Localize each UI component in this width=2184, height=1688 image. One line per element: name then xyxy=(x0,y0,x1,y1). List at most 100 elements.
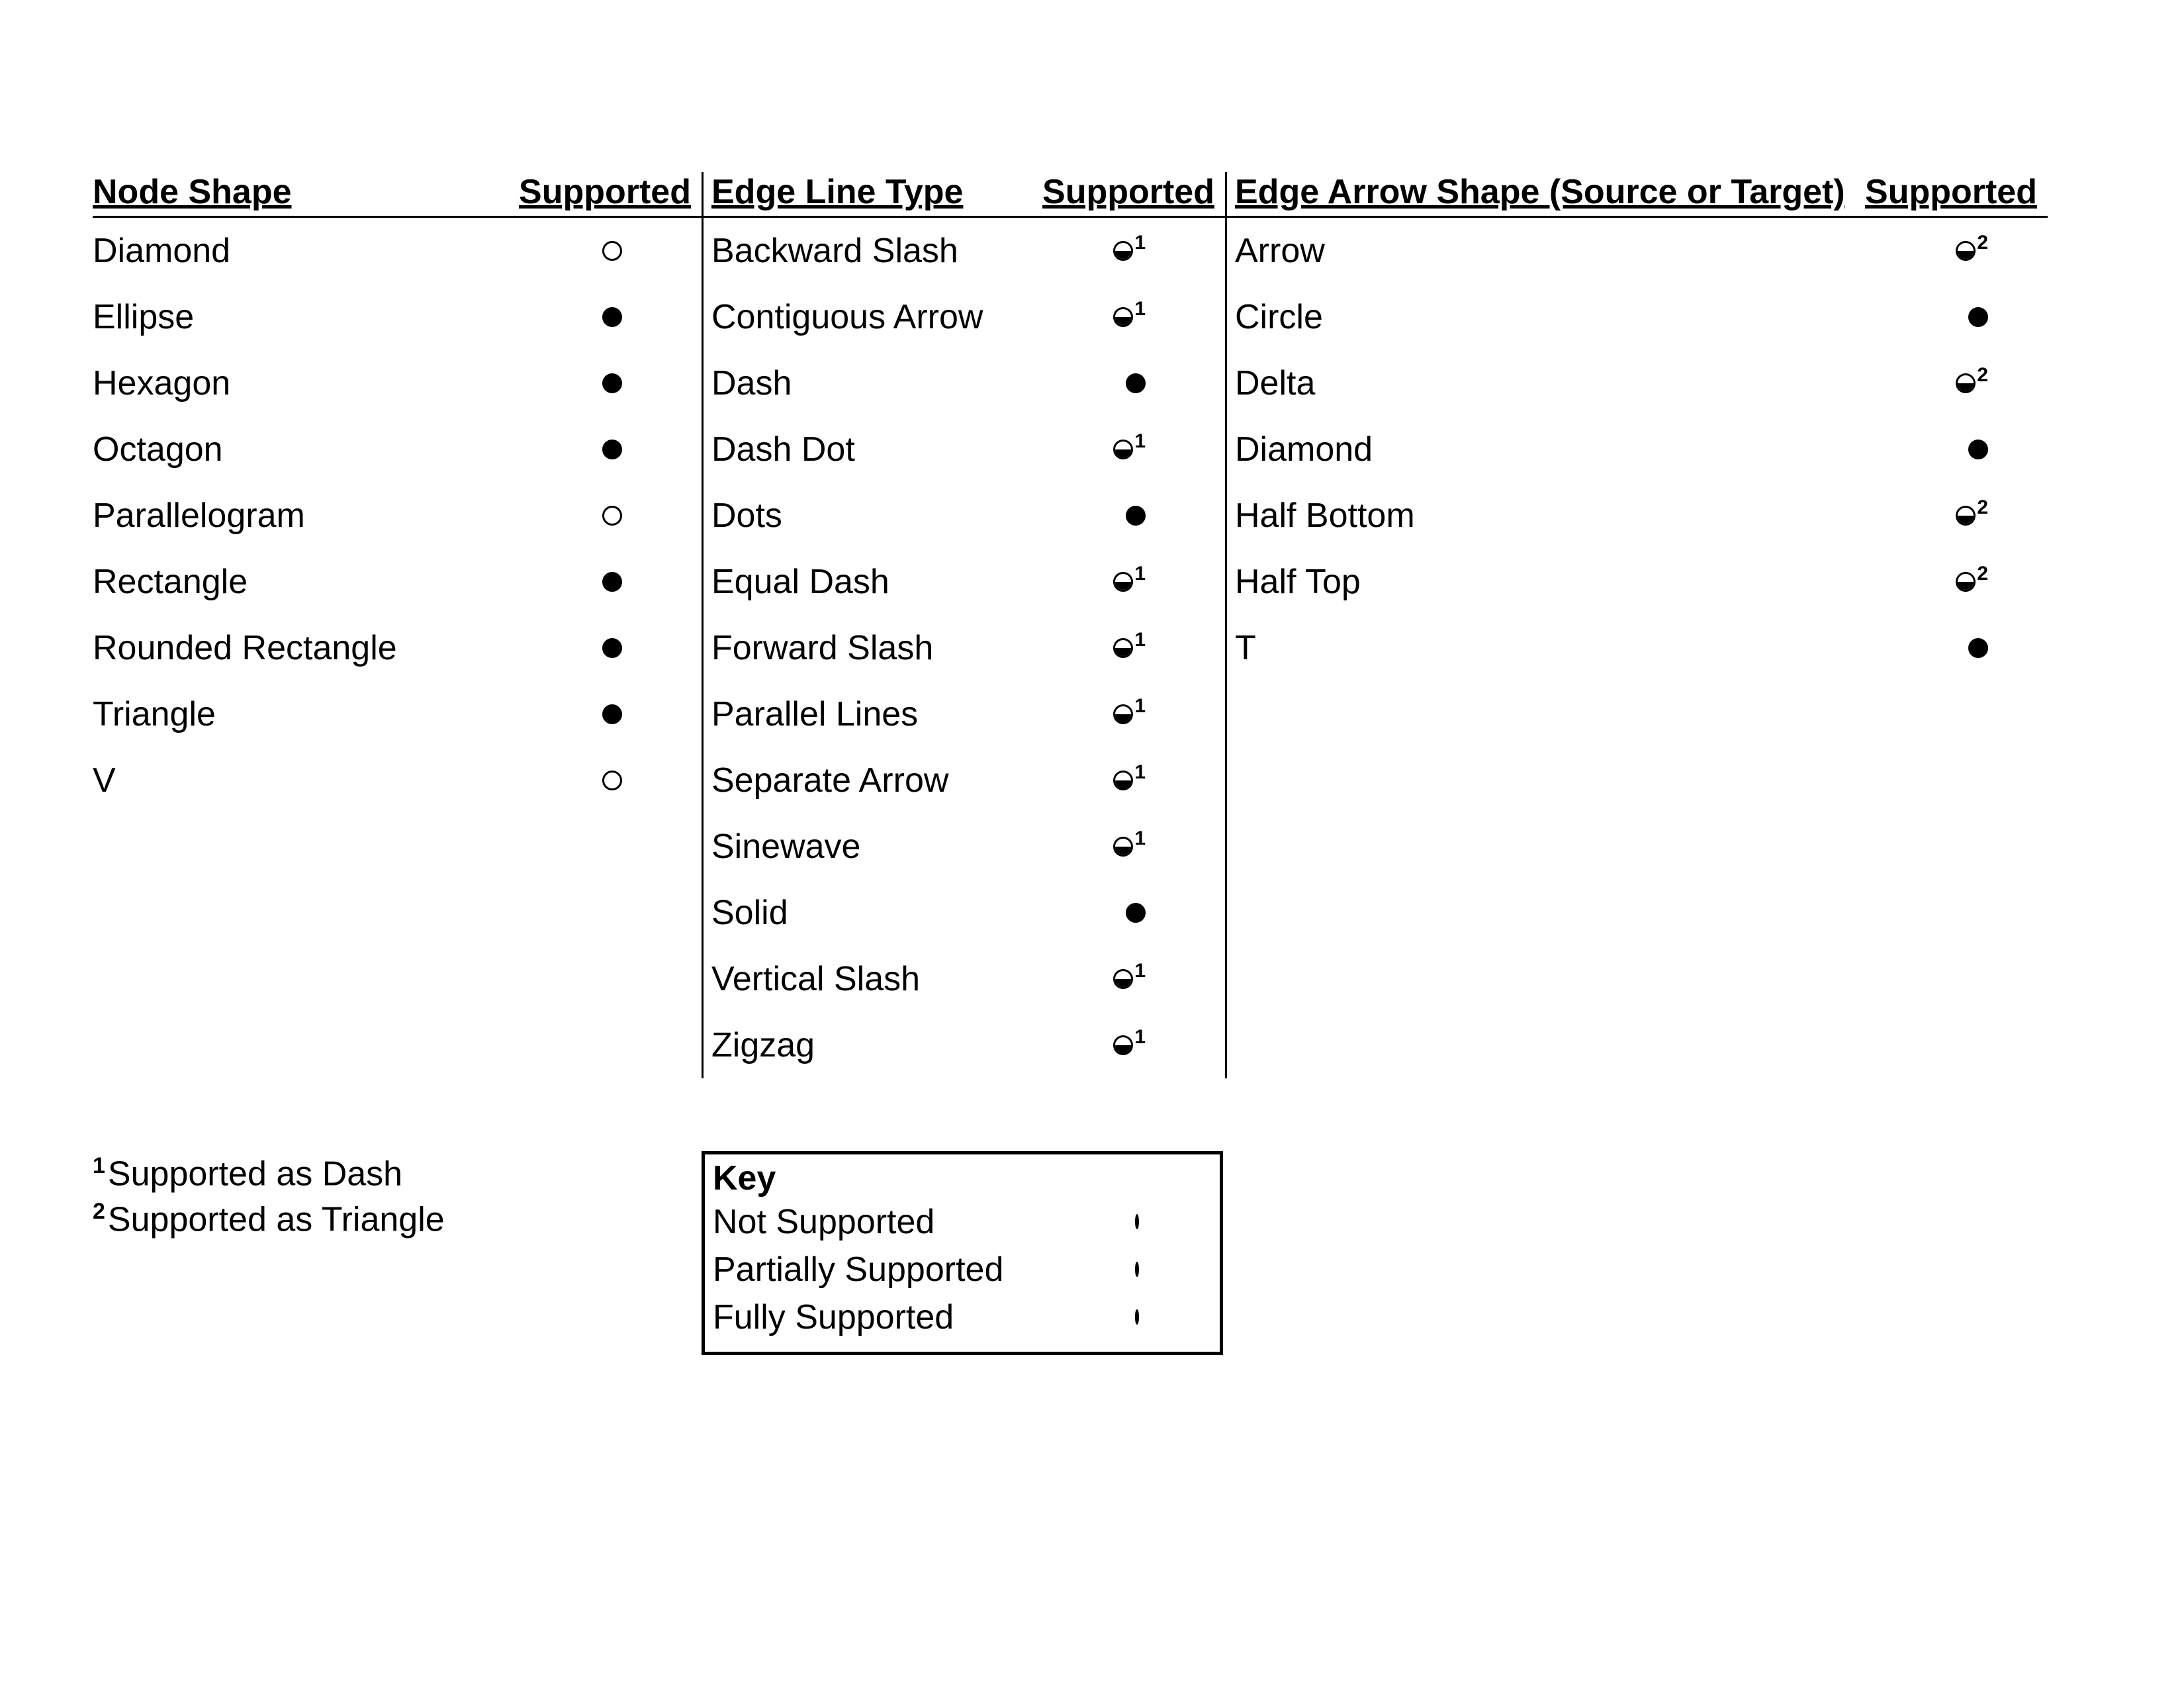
table-row: Sinewave1 xyxy=(704,814,1225,880)
support-indicator xyxy=(602,638,702,658)
half-circle-icon xyxy=(1956,373,1976,393)
header-supported: Supported xyxy=(519,172,702,212)
row-label: Diamond xyxy=(93,231,602,271)
support-indicator xyxy=(1126,506,1225,526)
table-row: Octagon xyxy=(93,416,702,483)
support-table: Node Shape Supported DiamondEllipseHexag… xyxy=(93,172,2091,1078)
header-supported: Supported xyxy=(1865,172,2048,212)
key-title: Key xyxy=(713,1158,1212,1198)
footnote-ref: 2 xyxy=(1977,496,1988,519)
half-circle-icon xyxy=(1113,440,1133,459)
col-node-shape: Node Shape Supported DiamondEllipseHexag… xyxy=(93,172,702,1078)
table-row: Separate Arrow1 xyxy=(704,747,1225,814)
table-row: Rounded Rectangle xyxy=(93,615,702,681)
empty-circle-icon xyxy=(602,506,622,526)
full-circle-icon xyxy=(1135,1309,1139,1325)
table-row: Parallel Lines1 xyxy=(704,681,1225,747)
full-circle-icon xyxy=(1126,903,1146,923)
half-circle-icon xyxy=(1956,506,1976,526)
support-indicator: 1 xyxy=(1113,306,1225,328)
row-label: V xyxy=(93,761,602,800)
key-label: Fully Supported xyxy=(713,1298,1135,1336)
support-indicator xyxy=(1968,307,2048,327)
support-indicator: 2 xyxy=(1956,372,2048,395)
footnote-ref: 1 xyxy=(1134,827,1146,850)
footnote-2: 2Supported as Triangle xyxy=(93,1197,702,1243)
full-circle-icon xyxy=(602,572,622,592)
table-row: Diamond xyxy=(1227,416,2048,483)
row-label: Backward Slash xyxy=(711,231,1113,271)
full-circle-icon xyxy=(602,307,622,327)
footnote-ref: 1 xyxy=(1134,298,1146,320)
header-row: Edge Arrow Shape (Source or Target) Supp… xyxy=(1227,172,2048,218)
header-supported: Supported xyxy=(1042,172,1225,212)
footnote-ref: 1 xyxy=(1134,695,1146,718)
row-label: Equal Dash xyxy=(711,562,1113,602)
table-row: V xyxy=(93,747,702,814)
footnote-ref: 2 xyxy=(1977,563,1988,585)
table-row: Forward Slash1 xyxy=(704,615,1225,681)
row-label: Dash Dot xyxy=(711,430,1113,469)
half-circle-icon xyxy=(1113,307,1133,327)
full-circle-icon xyxy=(602,440,622,459)
row-label: Triangle xyxy=(93,694,602,734)
table-row: Equal Dash1 xyxy=(704,549,1225,615)
row-label: Parallel Lines xyxy=(711,694,1113,734)
node-shape-rows: DiamondEllipseHexagonOctagonParallelogra… xyxy=(93,218,702,814)
key-label: Partially Supported xyxy=(713,1250,1135,1289)
row-label: Rectangle xyxy=(93,562,602,602)
below-section: 1Supported as Dash 2Supported as Triangl… xyxy=(93,1151,2091,1355)
support-indicator xyxy=(602,307,702,327)
footnote-ref: 1 xyxy=(1134,232,1146,254)
support-indicator xyxy=(602,704,702,724)
half-circle-icon xyxy=(1113,1035,1133,1055)
support-indicator xyxy=(602,373,702,393)
support-indicator: 1 xyxy=(1113,240,1225,262)
row-label: Solid xyxy=(711,893,1126,933)
half-circle-icon xyxy=(1956,572,1976,592)
half-circle-icon xyxy=(1956,241,1976,261)
footnote-ref: 2 xyxy=(1977,232,1988,254)
half-circle-icon xyxy=(1113,969,1133,989)
footnote-ref: 1 xyxy=(1134,629,1146,651)
row-label: Zigzag xyxy=(711,1025,1113,1065)
key-label: Not Supported xyxy=(713,1203,1135,1241)
support-indicator: 2 xyxy=(1956,504,2048,527)
row-label: Diamond xyxy=(1235,430,1968,469)
table-row: Circle xyxy=(1227,284,2048,350)
row-label: Half Bottom xyxy=(1235,496,1956,536)
footnote-ref: 1 xyxy=(1134,430,1146,453)
row-label: Parallelogram xyxy=(93,496,602,536)
row-label: Delta xyxy=(1235,363,1956,403)
table-row: Contiguous Arrow1 xyxy=(704,284,1225,350)
edge-line-rows: Backward Slash1Contiguous Arrow1DashDash… xyxy=(704,218,1225,1078)
support-indicator: 1 xyxy=(1113,769,1225,792)
support-indicator: 2 xyxy=(1956,240,2048,262)
support-indicator: 1 xyxy=(1113,703,1225,726)
support-indicator xyxy=(1968,638,2048,658)
half-circle-icon xyxy=(1135,1262,1139,1277)
half-circle-icon xyxy=(1113,704,1133,724)
support-indicator xyxy=(602,440,702,459)
support-indicator: 1 xyxy=(1113,968,1225,990)
key-symbol xyxy=(1135,1216,1212,1228)
key-row: Not Supported xyxy=(713,1198,1212,1246)
row-label: Half Top xyxy=(1235,562,1956,602)
key-box: Key Not Supported Partially Supported Full… xyxy=(702,1151,1223,1355)
support-indicator: 1 xyxy=(1113,438,1225,461)
footnote-ref: 1 xyxy=(1134,1026,1146,1049)
key-row: Partially Supported xyxy=(713,1246,1212,1293)
support-indicator: 1 xyxy=(1113,571,1225,593)
row-label: T xyxy=(1235,628,1968,668)
full-circle-icon xyxy=(602,373,622,393)
full-circle-icon xyxy=(602,704,622,724)
full-circle-icon xyxy=(1968,307,1988,327)
table-row: Rectangle xyxy=(93,549,702,615)
page: Node Shape Supported DiamondEllipseHexag… xyxy=(0,0,2184,1688)
footnote-1: 1Supported as Dash xyxy=(93,1151,702,1197)
header-edge-line: Edge Line Type xyxy=(711,172,1042,212)
footnotes: 1Supported as Dash 2Supported as Triangl… xyxy=(93,1151,702,1355)
col-edge-arrow: Edge Arrow Shape (Source or Target) Supp… xyxy=(1225,172,2048,1078)
full-circle-icon xyxy=(602,638,622,658)
support-indicator: 1 xyxy=(1113,637,1225,659)
